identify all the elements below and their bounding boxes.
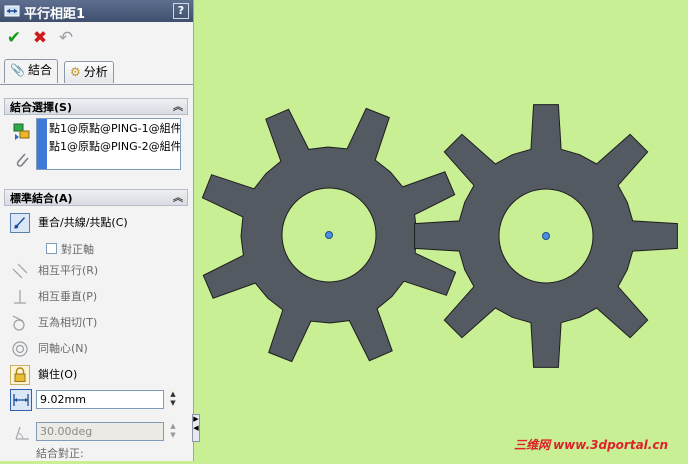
mate-selections-title: 結合選擇(S) bbox=[10, 101, 72, 114]
parallel-label: 相互平行(R) bbox=[38, 264, 99, 277]
panel-title: 平行相距1 bbox=[24, 7, 86, 22]
distance-mate-icon bbox=[4, 5, 20, 17]
tab-mates[interactable]: 📎 結合 bbox=[4, 59, 58, 83]
collapse-icon[interactable]: ︽ bbox=[173, 190, 183, 207]
tab-analysis-label: 分析 bbox=[83, 65, 108, 79]
paperclip-icon bbox=[16, 153, 29, 167]
tab-mates-label: 結合 bbox=[27, 63, 52, 77]
angle-spinner[interactable]: ▲ ▼ bbox=[167, 422, 179, 441]
entity-selection-icon bbox=[13, 123, 30, 140]
standard-mates-title: 標準結合(A) bbox=[10, 192, 73, 205]
undo-button[interactable]: ↶ bbox=[56, 28, 76, 48]
tangent-mate[interactable]: 互為相切(T) bbox=[10, 312, 186, 334]
perpendicular-mate[interactable]: 相互垂直(P) bbox=[10, 286, 186, 308]
action-bar: ✔ ✖ ↶ bbox=[0, 22, 193, 54]
list-item[interactable]: 點1@原點@PING-1@組件 bbox=[49, 119, 180, 137]
gear-assembly bbox=[201, 104, 678, 368]
origin-point-left[interactable] bbox=[325, 231, 333, 239]
lock-icon bbox=[10, 365, 30, 385]
list-item[interactable]: 點1@原點@PING-2@組件 bbox=[49, 137, 180, 155]
tab-strip: 📎 結合 ⚙ 分析 bbox=[0, 58, 193, 85]
align-axis-label: 對正軸 bbox=[61, 243, 94, 256]
concentric-label: 同軸心(N) bbox=[38, 342, 88, 355]
analysis-icon: ⚙ bbox=[70, 65, 81, 79]
tangent-label: 互為相切(T) bbox=[38, 316, 98, 329]
watermark-url: www.3dportal.cn bbox=[553, 438, 668, 452]
origin-point-right[interactable] bbox=[542, 232, 550, 240]
concentric-icon bbox=[12, 341, 28, 357]
align-axis-checkbox[interactable] bbox=[46, 243, 57, 254]
parallel-icon bbox=[12, 263, 28, 279]
angle-icon bbox=[15, 426, 29, 440]
distance-field[interactable]: 9.02mm bbox=[36, 390, 164, 409]
tangent-icon bbox=[12, 315, 25, 331]
watermark: 三维网 www.3dportal.cn bbox=[514, 436, 668, 453]
standard-mates-header[interactable]: 標準結合(A) ︽ bbox=[4, 189, 188, 206]
parallel-mate[interactable]: 相互平行(R) bbox=[10, 260, 186, 282]
coincident-icon bbox=[10, 213, 30, 233]
watermark-cn: 三维网 bbox=[514, 438, 551, 452]
paperclip-icon: 📎 bbox=[10, 63, 25, 77]
angle-field[interactable]: 30.00deg bbox=[36, 422, 164, 441]
tab-analysis[interactable]: ⚙ 分析 bbox=[64, 61, 114, 83]
coincident-mate[interactable]: 重合/共線/共點(C) bbox=[10, 212, 186, 234]
help-button[interactable]: ? bbox=[173, 3, 189, 19]
distance-spinner[interactable]: ▲ ▼ bbox=[167, 390, 179, 409]
collapse-icon[interactable]: ︽ bbox=[173, 99, 183, 116]
selections-list[interactable]: 點1@原點@PING-1@組件 點1@原點@PING-2@組件 bbox=[36, 118, 181, 170]
mate-alignment-label: 結合對正: bbox=[36, 447, 84, 460]
coincident-label: 重合/共線/共點(C) bbox=[38, 216, 128, 229]
graphics-viewport[interactable]: 三维网 www.3dportal.cn bbox=[194, 0, 688, 461]
property-manager-panel: 平行相距1 ? ✔ ✖ ↶ 📎 結合 ⚙ 分析 結合選擇(S) ︽ 點1@原點@PI… bbox=[0, 0, 194, 461]
perpendicular-icon bbox=[14, 290, 26, 304]
distance-icon[interactable] bbox=[10, 389, 32, 411]
cancel-button[interactable]: ✖ bbox=[30, 28, 50, 48]
mate-selections-header[interactable]: 結合選擇(S) ︽ bbox=[4, 98, 188, 115]
lock-mate[interactable]: 鎖住(O) bbox=[10, 364, 186, 386]
ok-button[interactable]: ✔ bbox=[4, 28, 24, 48]
lock-label: 鎖住(O) bbox=[38, 368, 78, 381]
concentric-mate[interactable]: 同軸心(N) bbox=[10, 338, 186, 360]
title-bar: 平行相距1 ? bbox=[0, 0, 193, 22]
perpendicular-label: 相互垂直(P) bbox=[38, 290, 98, 303]
